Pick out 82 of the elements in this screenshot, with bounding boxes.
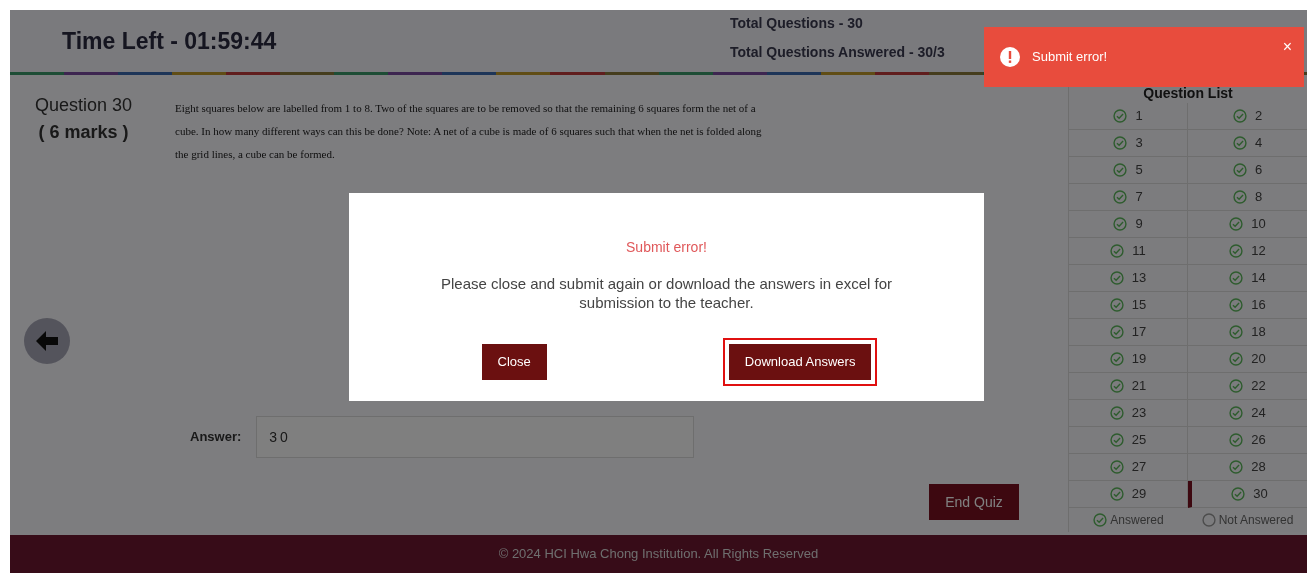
alert-icon	[1000, 47, 1020, 67]
question-list-item[interactable]: 30	[1188, 481, 1307, 508]
check-circle-icon	[1113, 109, 1128, 123]
check-circle-icon	[1229, 244, 1244, 258]
question-list-item[interactable]: 19	[1069, 346, 1188, 373]
check-circle-icon	[1109, 433, 1124, 447]
check-circle-icon	[1229, 325, 1244, 339]
check-circle-icon	[1229, 433, 1244, 447]
check-circle-icon	[1232, 136, 1247, 150]
question-list-item[interactable]: 10	[1188, 211, 1307, 238]
question-list-item[interactable]: 13	[1069, 265, 1188, 292]
question-list-item[interactable]: 26	[1188, 427, 1307, 454]
question-list-item[interactable]: 5	[1069, 157, 1188, 184]
check-circle-icon	[1113, 163, 1128, 177]
check-circle-icon	[1229, 271, 1244, 285]
check-circle-icon	[1109, 298, 1124, 312]
check-circle-icon	[1229, 379, 1244, 393]
question-list-item[interactable]: 25	[1069, 427, 1188, 454]
question-list-item[interactable]: 9	[1069, 211, 1188, 238]
check-circle-icon	[1232, 190, 1247, 204]
question-list-item[interactable]: 17	[1069, 319, 1188, 346]
timer-text: Time Left - 01:59:44	[62, 26, 278, 56]
check-circle-icon	[1229, 298, 1244, 312]
check-circle-icon	[1109, 325, 1124, 339]
check-circle-icon	[1229, 352, 1244, 366]
close-button[interactable]: Close	[481, 344, 547, 380]
check-circle-icon	[1231, 487, 1246, 501]
question-list-item[interactable]: 12	[1188, 238, 1307, 265]
close-button[interactable]: ×	[1282, 35, 1292, 59]
total-answered-text: Total Questions Answered - 30/3	[730, 43, 945, 62]
answer-field[interactable]: 30	[256, 416, 695, 458]
dialog-title: Submit error!	[626, 238, 707, 257]
check-circle-icon	[1113, 190, 1128, 204]
question-list-item[interactable]: 8	[1188, 184, 1307, 211]
check-circle-icon	[1229, 460, 1244, 474]
question-list-item[interactable]: 27	[1069, 454, 1188, 481]
legend-label: Not Answered	[1218, 512, 1294, 529]
question-list-item[interactable]: 21	[1069, 373, 1188, 400]
question-list-item[interactable]: 3	[1069, 130, 1188, 157]
check-circle-icon	[1113, 136, 1128, 150]
question-list-title: Question List	[1142, 84, 1234, 103]
question-text: Eight squares below are labelled from 1 to 8. Two of the squares are to be removed so that the remaining 6 squares form the net of a cube. In how many different ways can this be done? Note: A net of a cube is made of 6 squares such that when the net is folded along the grid lines, a cube can be formed.	[175, 101, 763, 162]
question-list-item[interactable]: 1	[1069, 103, 1188, 130]
question-list-item[interactable]: 4	[1188, 130, 1307, 157]
check-circle-icon	[1109, 460, 1124, 474]
question-title: Question 30	[34, 94, 133, 117]
question-list-item[interactable]: 2	[1188, 103, 1307, 130]
answer-label: Answer:	[190, 428, 242, 447]
check-circle-icon	[1109, 406, 1124, 420]
check-circle-icon	[1109, 379, 1124, 393]
check-circle-icon	[1232, 163, 1247, 177]
question-list-item[interactable]: 24	[1188, 400, 1307, 427]
question-list-item[interactable]: 14	[1188, 265, 1307, 292]
question-marks: ( 6 marks )	[38, 121, 129, 144]
back-button[interactable]	[24, 318, 70, 364]
question-list-item[interactable]: 18	[1188, 319, 1307, 346]
question-list-item[interactable]: 22	[1188, 373, 1307, 400]
question-list-item[interactable]: 28	[1188, 454, 1307, 481]
question-list-item[interactable]: 15	[1069, 292, 1188, 319]
footer-text: © 2024 HCI Hwa Chong Institution. All Rights Reserved	[10, 535, 1307, 573]
question-list-item[interactable]: 11	[1069, 238, 1188, 265]
question-list-item[interactable]: 16	[1188, 292, 1307, 319]
download-answers-button[interactable]: Download Answers	[728, 344, 872, 380]
total-questions-text: Total Questions - 30	[730, 14, 864, 33]
check-circle-icon	[1232, 109, 1247, 123]
legend-label: Answered	[1110, 512, 1164, 529]
question-list-item[interactable]: 7	[1069, 184, 1188, 211]
check-circle-icon	[1109, 487, 1124, 501]
check-circle-icon	[1109, 352, 1124, 366]
question-list-item[interactable]: 20	[1188, 346, 1307, 373]
question-list-item[interactable]: 29	[1069, 481, 1188, 508]
check-circle-icon	[1109, 271, 1124, 285]
toast-message: Submit error!	[1032, 48, 1109, 67]
end-quiz-button[interactable]: End Quiz	[929, 484, 1019, 520]
check-circle-icon	[1110, 244, 1125, 258]
question-list-item[interactable]: 6	[1188, 157, 1307, 184]
dialog-message: Please close and submit again or download the answers in excel for submission to the teacher.	[439, 274, 894, 312]
check-circle-icon	[1229, 217, 1244, 231]
left-arrow-icon	[35, 330, 59, 352]
check-circle-icon	[1229, 406, 1244, 420]
question-list-item[interactable]: 23	[1069, 400, 1188, 427]
check-circle-icon	[1113, 217, 1128, 231]
